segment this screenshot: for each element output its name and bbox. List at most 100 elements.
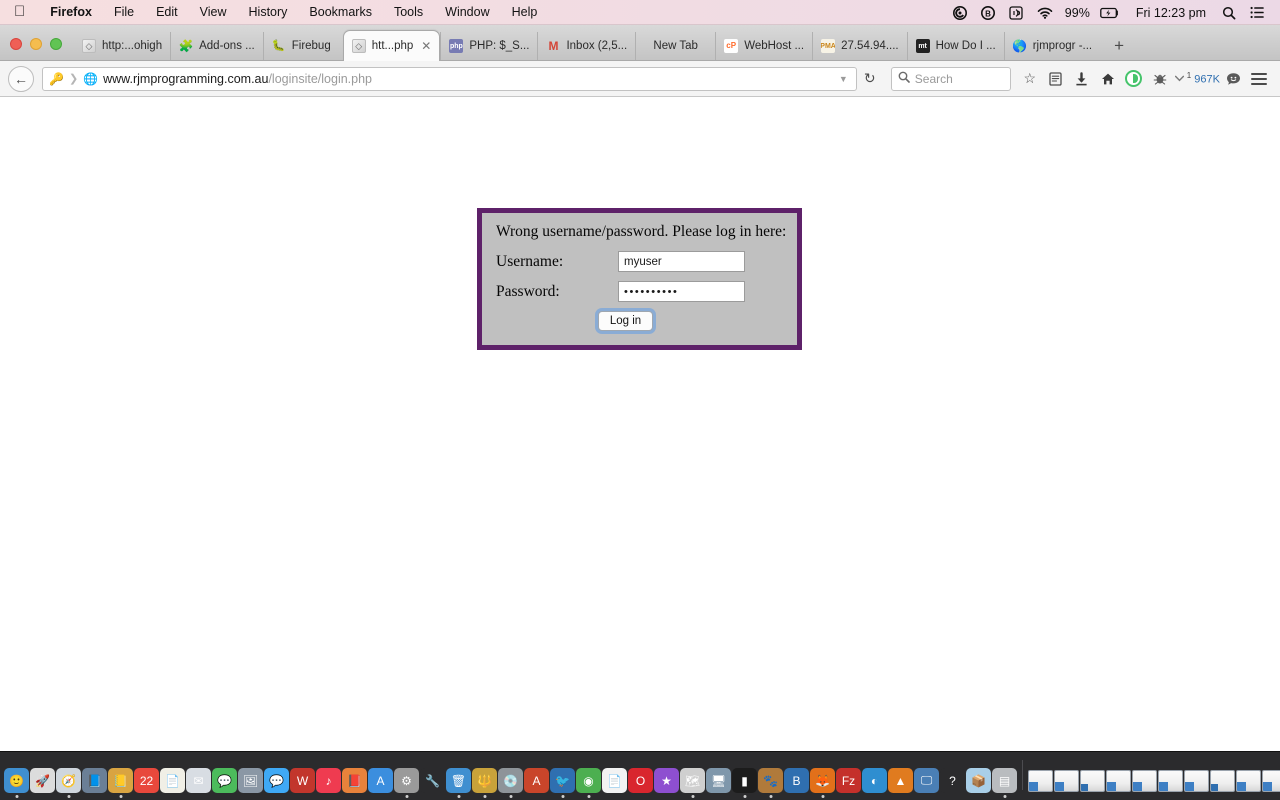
dock-icon-blue-orb[interactable]: ◐ <box>862 768 887 793</box>
chevron-down-icon[interactable] <box>1173 66 1187 92</box>
volume-icon[interactable] <box>1002 0 1030 25</box>
dock-icon-maps[interactable]: 🗺 <box>680 768 705 793</box>
dock-icon-vlc[interactable]: ▲ <box>888 768 913 793</box>
menu-window[interactable]: Window <box>434 0 500 25</box>
back-arrow-icon[interactable]: ← <box>8 65 34 92</box>
dock-minimized-window[interactable] <box>1132 770 1157 792</box>
url-bar[interactable]: 🔑 ❯ 🌐 www.rjmprogramming.com.au/loginsit… <box>42 66 857 91</box>
dock-icon-package[interactable]: 📦 <box>966 768 991 793</box>
tab-2[interactable]: 🐛 Firebug <box>262 32 343 60</box>
spotlight-search-icon[interactable] <box>1215 0 1243 25</box>
dock-icon-firefox[interactable]: 🦊 <box>810 768 835 793</box>
letter-b-circle-icon[interactable]: B <box>974 0 1002 25</box>
dock-icon-contacts[interactable]: 📘 <box>82 768 107 793</box>
close-icon[interactable]: ✕ <box>421 39 431 53</box>
dock-icon-notes[interactable]: 📒 <box>108 768 133 793</box>
dock-icon-messages[interactable]: 💬 <box>264 768 289 793</box>
wifi-icon[interactable] <box>1030 0 1060 25</box>
dock-minimized-window[interactable] <box>1262 770 1280 792</box>
minimize-traffic-light[interactable] <box>30 38 42 50</box>
menu-history[interactable]: History <box>238 0 299 25</box>
dock-icon-mail[interactable]: ✉ <box>186 768 211 793</box>
firebug-bug-icon[interactable] <box>1147 66 1173 92</box>
menu-view[interactable]: View <box>189 0 238 25</box>
close-traffic-light[interactable] <box>10 38 22 50</box>
menu-tools[interactable]: Tools <box>383 0 434 25</box>
notification-center-icon[interactable] <box>1243 0 1272 25</box>
dock-icon-terminal[interactable]: ▮ <box>732 768 757 793</box>
circle-arrow-icon[interactable] <box>946 0 974 25</box>
battery-charging-icon[interactable] <box>1093 0 1127 25</box>
dock-icon-photos[interactable]: 🖼 <box>238 768 263 793</box>
star-icon[interactable]: ☆ <box>1017 66 1043 92</box>
dock-minimized-window[interactable] <box>1080 770 1105 792</box>
menu-bookmarks[interactable]: Bookmarks <box>298 0 383 25</box>
dock-minimized-window[interactable] <box>1054 770 1079 792</box>
dock-icon-gimp[interactable]: 🐾 <box>758 768 783 793</box>
dock-icon-adobe[interactable]: A <box>524 768 549 793</box>
dock-icon-launchpad[interactable]: 🚀 <box>30 768 55 793</box>
menu-firefox[interactable]: Firefox <box>39 0 103 25</box>
dock-icon-system-preferences[interactable]: ⚙ <box>394 768 419 793</box>
menu-edit[interactable]: Edit <box>145 0 189 25</box>
menu-bar-clock[interactable]: Fri 12:23 pm <box>1127 6 1215 20</box>
reader-view-icon[interactable] <box>1043 66 1069 92</box>
dock-icon-bittorrent[interactable]: B <box>784 768 809 793</box>
dock-minimized-window[interactable] <box>1184 770 1209 792</box>
firebug-count-badge[interactable]: 1 967K <box>1187 71 1220 86</box>
menu-help[interactable]: Help <box>501 0 549 25</box>
tab-7[interactable]: cP WebHost ... <box>715 32 812 60</box>
tab-0[interactable]: ◇ http:...ohigh <box>74 32 170 60</box>
dock-icon-screen-share[interactable]: 🖥 <box>706 768 731 793</box>
dock-icon-appstore[interactable]: A <box>368 768 393 793</box>
tab-4[interactable]: php PHP: $_S... <box>440 32 537 60</box>
tab-9[interactable]: mt How Do I ... <box>906 32 1004 60</box>
zoom-traffic-light[interactable] <box>50 38 62 50</box>
download-arrow-icon[interactable] <box>1069 66 1095 92</box>
dock-icon-finder[interactable]: 🙂 <box>4 768 29 793</box>
tab-1[interactable]: 🧩 Add-ons ... <box>170 32 263 60</box>
dock-icon-textedit[interactable]: 📄 <box>160 768 185 793</box>
dock-icon-archive[interactable]: ▤ <box>992 768 1017 793</box>
new-tab-button[interactable]: + <box>1100 37 1138 60</box>
dock-icon-messages-green[interactable]: 💬 <box>212 768 237 793</box>
dock-icon-dvd-player[interactable]: 💿 <box>498 768 523 793</box>
tab-10[interactable]: 🌎 rjmprogr -... <box>1003 32 1100 60</box>
dock-icon-safari[interactable]: 🧭 <box>56 768 81 793</box>
dock-minimized-window[interactable] <box>1210 770 1235 792</box>
hamburger-menu-icon[interactable] <box>1246 66 1272 92</box>
dock-icon-word[interactable]: W <box>290 768 315 793</box>
search-input[interactable]: Search <box>890 66 1011 91</box>
dock-minimized-window[interactable] <box>1236 770 1261 792</box>
dock-icon-opera[interactable]: O <box>628 768 653 793</box>
tab-8[interactable]: PMA 27.54.94.... <box>812 32 907 60</box>
dock-icon-recycle[interactable]: 🗑 <box>446 768 471 793</box>
dock-minimized-window[interactable] <box>1158 770 1183 792</box>
dock-icon-imovie[interactable]: ★ <box>654 768 679 793</box>
menu-file[interactable]: File <box>103 0 145 25</box>
green-circle-addon-icon[interactable] <box>1121 66 1147 92</box>
dock-icon-blue-bird[interactable]: 🐦 <box>550 768 575 793</box>
tab-3-active[interactable]: ◇ htt...php ✕ <box>342 30 441 61</box>
dock-icon-help[interactable]: ? <box>940 768 965 793</box>
apple-icon[interactable]:  <box>14 4 39 19</box>
tab-6[interactable]: New Tab <box>635 32 715 60</box>
dock-icon-document[interactable]: 📄 <box>602 768 627 793</box>
feedback-smiley-icon[interactable] <box>1220 66 1246 92</box>
chevron-down-icon[interactable]: ▼ <box>839 74 848 84</box>
home-icon[interactable] <box>1095 66 1121 92</box>
dock-minimized-window[interactable] <box>1028 770 1053 792</box>
dock-icon-calendar[interactable]: 22 <box>134 768 159 793</box>
dock-icon-filezilla[interactable]: Fz <box>836 768 861 793</box>
reload-icon[interactable]: ↻ <box>857 66 883 92</box>
dock-icon-display[interactable]: 🖵 <box>914 768 939 793</box>
password-input[interactable]: •••••••••• <box>618 281 745 302</box>
dock-icon-chrome[interactable]: ◉ <box>576 768 601 793</box>
username-input[interactable]: myuser <box>618 251 745 272</box>
log-in-button[interactable]: Log in <box>597 311 654 332</box>
dock-icon-itunes[interactable]: ♪ <box>316 768 341 793</box>
dock-icon-skype-tool[interactable]: 🔧 <box>420 768 445 793</box>
tab-5[interactable]: M Inbox (2,5... <box>537 32 635 60</box>
dock-icon-ibooks[interactable]: 📕 <box>342 768 367 793</box>
dock-minimized-window[interactable] <box>1106 770 1131 792</box>
